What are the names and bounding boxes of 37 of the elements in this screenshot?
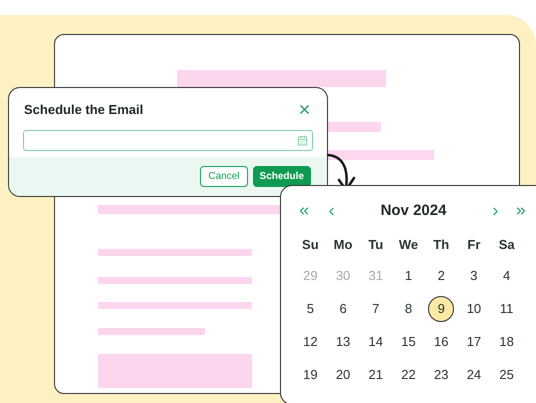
day-cell[interactable]: 25 <box>494 362 520 388</box>
day-cell[interactable]: 5 <box>297 296 324 322</box>
day-cell[interactable]: 14 <box>362 329 389 355</box>
day-cell[interactable]: 24 <box>460 362 487 388</box>
day-cell[interactable]: 8 <box>395 296 422 322</box>
day-cell[interactable]: 15 <box>395 329 422 355</box>
weekday-label: Mo <box>334 236 352 254</box>
day-cell[interactable]: 13 <box>330 329 356 355</box>
day-cell[interactable]: 1 <box>395 263 422 289</box>
weekday-label: Su <box>302 236 319 254</box>
day-cell[interactable]: 19 <box>297 362 324 388</box>
day-cell[interactable]: 6 <box>330 296 356 322</box>
dialog-title: Schedule the Email <box>24 101 144 119</box>
weekday-label: Fr <box>467 236 480 254</box>
day-cell[interactable]: 16 <box>428 329 454 355</box>
month-title: Nov 2024 <box>380 201 448 221</box>
day-cell[interactable]: 10 <box>460 296 487 322</box>
schedule-button[interactable]: Schedule <box>252 166 311 187</box>
day-cell[interactable]: 22 <box>395 362 422 388</box>
day-cell[interactable]: 17 <box>460 329 487 355</box>
day-cell[interactable]: 23 <box>428 362 454 388</box>
day-cell[interactable]: 4 <box>494 263 520 289</box>
date-field[interactable] <box>23 130 313 150</box>
day-cell[interactable]: 11 <box>494 296 520 322</box>
weekday-label: Sa <box>498 236 515 254</box>
weekday-label: Tu <box>368 236 384 254</box>
day-cell[interactable]: 7 <box>362 296 389 322</box>
day-cell[interactable]: 2 <box>428 263 454 289</box>
weekday-label: Th <box>433 236 450 254</box>
day-cell[interactable]: 18 <box>494 329 520 355</box>
day-cell[interactable]: 3 <box>460 263 487 289</box>
weekday-label: We <box>398 236 418 254</box>
day-cell[interactable]: 20 <box>330 362 356 388</box>
day-cell[interactable]: 21 <box>362 362 389 388</box>
day-cell[interactable]: 12 <box>297 329 324 355</box>
day-cell[interactable]: 9 <box>428 296 454 322</box>
calendar-icon[interactable] <box>297 134 308 146</box>
